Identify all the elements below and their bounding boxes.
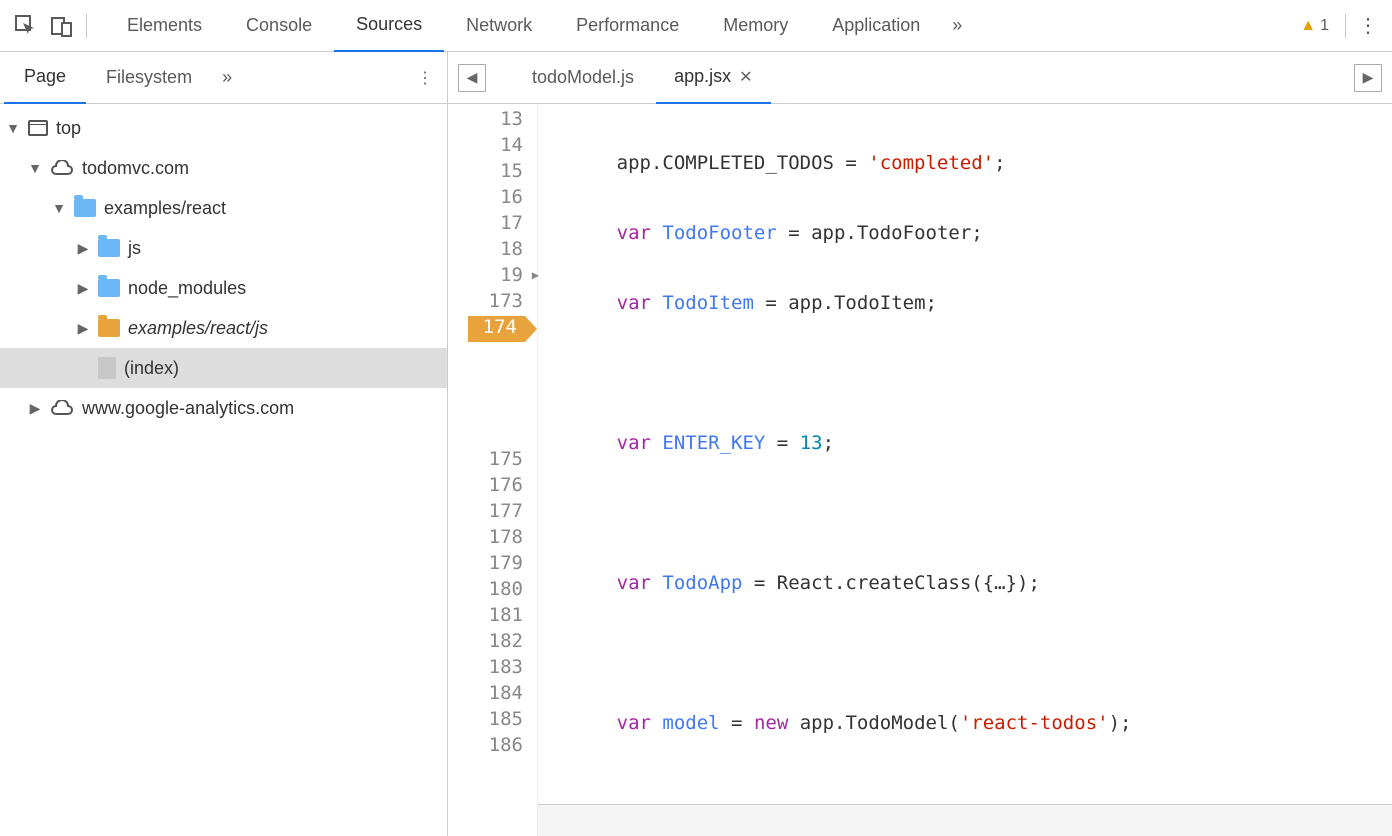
gutter-line[interactable]: 186	[448, 734, 537, 760]
gutter-line[interactable]: 185	[448, 708, 537, 734]
warning-icon: ▲	[1300, 17, 1316, 35]
tab-memory[interactable]: Memory	[701, 0, 810, 52]
gutter-line[interactable]: 173	[448, 290, 537, 316]
tab-network[interactable]: Network	[444, 0, 554, 52]
tree-domain[interactable]: ▼ todomvc.com	[0, 148, 447, 188]
folder-icon	[74, 199, 96, 217]
settings-kebab-icon[interactable]: ⋮	[1352, 13, 1384, 38]
chevron-right-icon: ▶	[28, 400, 42, 417]
tree-top[interactable]: ▼ top	[0, 108, 447, 148]
gutter-line[interactable]: 14	[448, 134, 537, 160]
chevron-right-icon: ▶	[76, 320, 90, 337]
frame-icon	[28, 120, 48, 136]
warning-badge[interactable]: ▲ 1	[1290, 17, 1339, 35]
navigator-tabs: Page Filesystem » ⋮	[0, 52, 447, 104]
nav-forward-icon[interactable]: ▶	[1354, 64, 1382, 92]
gutter-line[interactable]: 184	[448, 682, 537, 708]
main-split: Page Filesystem » ⋮ ▼ top ▼ todomvc.com …	[0, 52, 1392, 836]
tab-application[interactable]: Application	[810, 0, 942, 52]
code-editor[interactable]: 13 14 15 16 17 18 19▶ 173 174 175 176 17…	[448, 104, 1392, 836]
chevron-down-icon: ▼	[52, 200, 66, 216]
warning-count: 1	[1320, 17, 1329, 35]
gutter-line[interactable]: 16	[448, 186, 537, 212]
gutter-line[interactable]: 178	[448, 526, 537, 552]
gutter[interactable]: 13 14 15 16 17 18 19▶ 173 174 175 176 17…	[448, 104, 538, 836]
device-toggle-icon[interactable]	[44, 8, 80, 44]
tree-file-selected[interactable]: (index)	[0, 348, 447, 388]
folder-icon	[98, 319, 120, 337]
tab-console[interactable]: Console	[224, 0, 334, 52]
cloud-icon	[50, 400, 74, 416]
tree-label: examples/react/js	[128, 318, 268, 339]
editor-tabs: ◀ todoModel.js app.jsx ✕ ▶	[448, 52, 1392, 104]
gutter-line[interactable]: 177	[448, 500, 537, 526]
close-icon[interactable]: ✕	[739, 67, 752, 87]
tree-label: node_modules	[128, 278, 246, 299]
file-tree: ▼ top ▼ todomvc.com ▼ examples/react ▶ j…	[0, 104, 447, 432]
tab-label: todoModel.js	[532, 67, 634, 88]
code-body[interactable]: app.COMPLETED_TODOS = 'completed'; var T…	[538, 104, 1392, 836]
chevron-down-icon: ▼	[6, 120, 20, 136]
gutter-line[interactable]: 183	[448, 656, 537, 682]
gutter-line[interactable]: 182	[448, 630, 537, 656]
fold-icon[interactable]: ▶	[532, 268, 539, 282]
file-icon	[98, 357, 116, 379]
gutter-line[interactable]: 18	[448, 238, 537, 264]
editor-tab[interactable]: todoModel.js	[514, 52, 652, 104]
tree-label: js	[128, 238, 141, 259]
tree-label: www.google-analytics.com	[82, 398, 294, 419]
devtools-toolbar: Elements Console Sources Network Perform…	[0, 0, 1392, 52]
tree-folder[interactable]: ▶ examples/react/js	[0, 308, 447, 348]
gutter-line-foldable[interactable]: 19▶	[448, 264, 537, 290]
gutter-line[interactable]: 179	[448, 552, 537, 578]
navigator-tab-page[interactable]: Page	[4, 52, 86, 104]
gutter-line[interactable]: 176	[448, 474, 537, 500]
tree-folder[interactable]: ▶ node_modules	[0, 268, 447, 308]
navigator-tab-filesystem[interactable]: Filesystem	[86, 52, 212, 104]
logpoint-widget: Line 174: Logpoint ▼ {TodoApp}	[538, 804, 1392, 836]
tab-label: app.jsx	[674, 66, 731, 87]
navigator-kebab-icon[interactable]: ⋮	[407, 68, 443, 88]
separator	[1345, 14, 1346, 38]
tree-domain[interactable]: ▶ www.google-analytics.com	[0, 388, 447, 428]
gutter-line[interactable]: 15	[448, 160, 537, 186]
tree-label: todomvc.com	[82, 158, 189, 179]
separator	[86, 14, 87, 38]
tab-elements[interactable]: Elements	[105, 0, 224, 52]
gutter-line[interactable]: 181	[448, 604, 537, 630]
navigator-tabs-overflow[interactable]: »	[212, 52, 242, 104]
gutter-line[interactable]: 180	[448, 578, 537, 604]
inspect-icon[interactable]	[8, 8, 44, 44]
chevron-down-icon: ▼	[28, 160, 42, 176]
tree-label: examples/react	[104, 198, 226, 219]
editor-pane: ◀ todoModel.js app.jsx ✕ ▶ 13 14 15 16 1…	[448, 52, 1392, 836]
tree-folder[interactable]: ▶ js	[0, 228, 447, 268]
panel-tabs: Elements Console Sources Network Perform…	[105, 0, 1290, 52]
cloud-icon	[50, 160, 74, 176]
folder-icon	[98, 279, 120, 297]
navigator-sidebar: Page Filesystem » ⋮ ▼ top ▼ todomvc.com …	[0, 52, 448, 836]
folder-icon	[98, 239, 120, 257]
tab-performance[interactable]: Performance	[554, 0, 701, 52]
tabs-overflow[interactable]: »	[942, 0, 972, 52]
gutter-line[interactable]: 13	[448, 108, 537, 134]
editor-tab-active[interactable]: app.jsx ✕	[656, 52, 770, 104]
tab-sources[interactable]: Sources	[334, 0, 444, 52]
chevron-right-icon: ▶	[76, 240, 90, 257]
tree-label: (index)	[124, 358, 179, 379]
nav-back-icon[interactable]: ◀	[458, 64, 486, 92]
gutter-line[interactable]: 175	[448, 448, 537, 474]
tree-folder[interactable]: ▼ examples/react	[0, 188, 447, 228]
gutter-breakpoint[interactable]: 174	[468, 316, 537, 342]
tree-label: top	[56, 118, 81, 139]
chevron-right-icon: ▶	[76, 280, 90, 297]
gutter-line[interactable]: 17	[448, 212, 537, 238]
